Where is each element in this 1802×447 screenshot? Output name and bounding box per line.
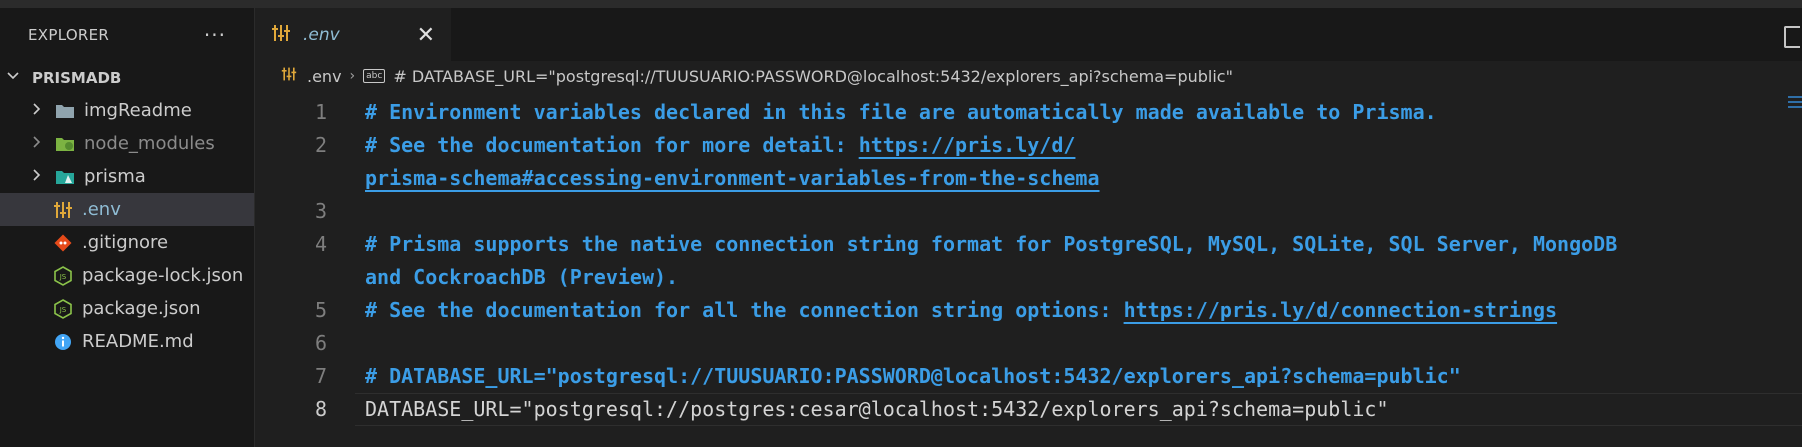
project-folder-header[interactable]: PRISMADB: [0, 62, 254, 94]
editor-area: .env ✕ .env › abc # DATABASE_URL="postgr…: [255, 8, 1802, 447]
tree-item-label: .env: [82, 199, 121, 220]
code-line: 5 # See the documentation for all the co…: [255, 294, 1802, 327]
tree-item-package-json[interactable]: JS package.json: [0, 292, 254, 325]
doc-link[interactable]: https://pris.ly/d/connection-strings: [1124, 298, 1557, 322]
code-line: 7 # DATABASE_URL="postgresql://TUUSUARIO…: [255, 360, 1802, 393]
title-bar-strip: [0, 0, 1802, 8]
code-line: 1 # Environment variables declared in th…: [255, 96, 1802, 129]
code-line: 6: [255, 327, 1802, 360]
doc-link[interactable]: https://pris.ly/d/: [859, 133, 1076, 157]
tree-item-label: README.md: [82, 331, 194, 352]
tree-item-package-lock-json[interactable]: JS package-lock.json: [0, 259, 254, 292]
chevron-right-icon: [28, 102, 46, 120]
tree-item-label: .gitignore: [82, 232, 169, 253]
string-symbol-icon: abc: [363, 69, 386, 83]
project-name: PRISMADB: [32, 69, 122, 87]
tab-bar: .env ✕: [255, 8, 1802, 61]
line-number: 3: [314, 199, 327, 223]
code-line-wrap: prisma-schema#accessing-environment-vari…: [255, 162, 1802, 195]
tree-item-gitignore[interactable]: .gitignore: [0, 226, 254, 259]
chevron-right-icon: ›: [349, 68, 356, 84]
env-settings-icon: [281, 66, 297, 86]
line-number: 4: [314, 232, 327, 256]
svg-text:JS: JS: [59, 306, 67, 314]
explorer-header: EXPLORER ···: [0, 8, 254, 62]
explorer-sidebar: EXPLORER ··· PRISMADB imgReadme node_mod…: [0, 8, 255, 447]
doc-link[interactable]: prisma-schema#accessing-environment-vari…: [365, 166, 1100, 190]
breadcrumb: .env › abc # DATABASE_URL="postgresql://…: [255, 61, 1802, 91]
line-number: 2: [314, 133, 327, 157]
nodejs-icon: JS: [52, 265, 74, 287]
chevron-down-icon: [6, 69, 24, 87]
line-number: 1: [314, 100, 327, 124]
tree-item-readme[interactable]: README.md: [0, 325, 254, 358]
comment-text: # See the documentation for more detail:…: [365, 133, 1076, 157]
code-line: 2 # See the documentation for more detai…: [255, 129, 1802, 162]
code-line-wrap: and CockroachDB (Preview).: [255, 261, 1802, 294]
info-icon: [52, 331, 74, 353]
tree-item-label: imgReadme: [84, 100, 192, 121]
tree-item-label: package-lock.json: [82, 265, 244, 286]
more-actions-button[interactable]: ···: [204, 23, 226, 47]
code-line: 4 # Prisma supports the native connectio…: [255, 228, 1802, 261]
chevron-right-icon: [28, 135, 46, 153]
breadcrumb-symbol[interactable]: # DATABASE_URL="postgresql://TUUSUARIO:P…: [393, 67, 1233, 86]
comment-text: # See the documentation for all the conn…: [365, 298, 1558, 322]
comment-text: # DATABASE_URL="postgresql://TUUSUARIO:P…: [365, 364, 1461, 388]
prisma-folder-icon: [54, 166, 76, 188]
svg-text:JS: JS: [59, 273, 67, 281]
code-editor[interactable]: 1 # Environment variables declared in th…: [255, 96, 1802, 426]
comment-text: prisma-schema#accessing-environment-vari…: [365, 162, 1100, 195]
comment-text: # Prisma supports the native connection …: [365, 232, 1618, 256]
comment-text: # Environment variables declared in this…: [365, 100, 1437, 124]
tree-item-label: prisma: [84, 166, 146, 187]
tree-item-node-modules[interactable]: node_modules: [0, 127, 254, 160]
tab-env[interactable]: .env ✕: [255, 8, 451, 61]
tree-item-label: node_modules: [84, 133, 215, 154]
tree-item-imgreadme[interactable]: imgReadme: [0, 94, 254, 127]
split-editor-icon[interactable]: [1784, 26, 1800, 48]
tree-item-label: package.json: [82, 298, 201, 319]
code-line-active: 8 DATABASE_URL="postgresql://postgres:ce…: [255, 393, 1802, 426]
tree-item-prisma[interactable]: prisma: [0, 160, 254, 193]
code-line: 3: [255, 195, 1802, 228]
breadcrumb-file[interactable]: .env: [307, 67, 342, 86]
minimap[interactable]: [1788, 96, 1802, 136]
explorer-title: EXPLORER: [28, 26, 110, 44]
tab-label: .env: [303, 25, 340, 45]
line-number: 5: [314, 298, 327, 322]
env-variable-text: DATABASE_URL="postgresql://postgres:cesa…: [365, 397, 1389, 421]
chevron-right-icon: [28, 168, 46, 186]
env-settings-icon: [271, 23, 291, 47]
line-number: 8: [314, 397, 327, 421]
nodejs-icon: JS: [52, 298, 74, 320]
folder-icon: [54, 100, 76, 122]
git-icon: [52, 232, 74, 254]
close-tab-button[interactable]: ✕: [417, 23, 435, 48]
node-modules-folder-icon: [54, 133, 76, 155]
env-settings-icon: [52, 199, 74, 221]
line-number: 6: [314, 331, 327, 355]
tree-item-env[interactable]: .env: [0, 193, 254, 226]
line-number: 7: [314, 364, 327, 388]
comment-text: and CockroachDB (Preview).: [365, 265, 679, 289]
